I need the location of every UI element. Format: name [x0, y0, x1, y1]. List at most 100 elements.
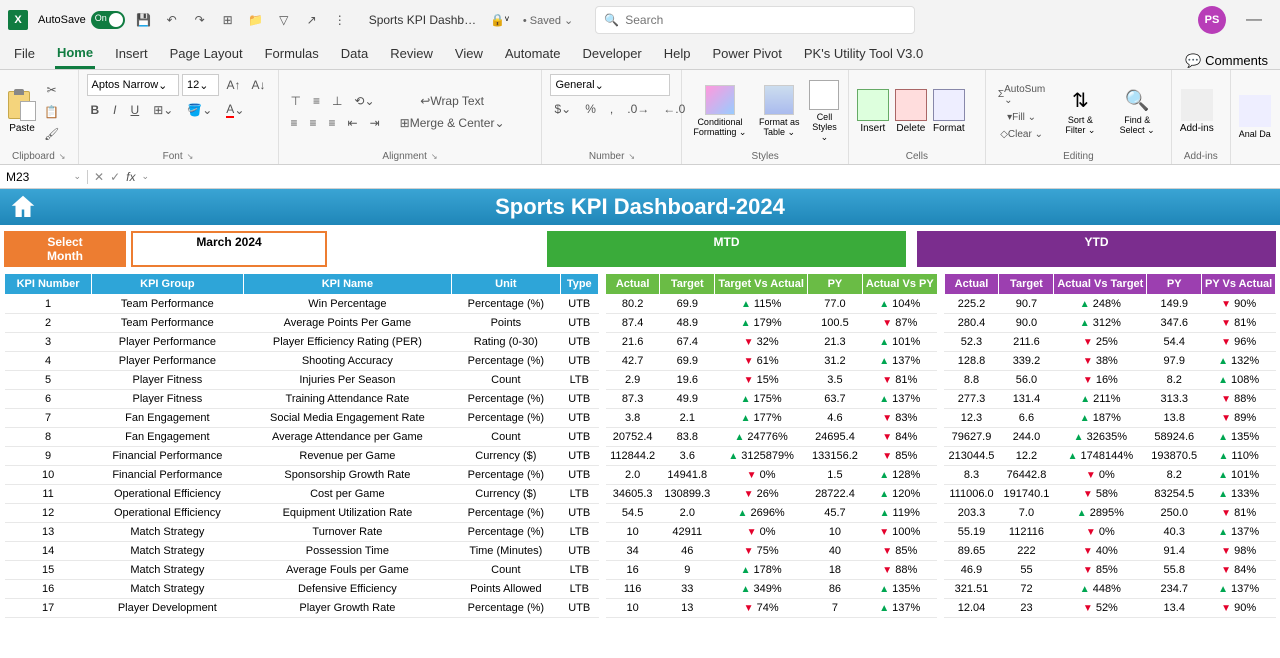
table-row[interactable]: 169▲ 178%18▼ 88% — [606, 561, 938, 580]
table-row[interactable]: 7Fan EngagementSocial Media Engagement R… — [5, 409, 599, 428]
table-row[interactable]: 54.52.0▲ 2696%45.7▲ 119% — [606, 504, 938, 523]
table-row[interactable]: 11Operational EfficiencyCost per GameCur… — [5, 485, 599, 504]
percent-icon[interactable]: % — [581, 100, 600, 118]
table-row[interactable]: 17Player DevelopmentPlayer Growth RatePe… — [5, 599, 599, 618]
number-format-combo[interactable]: General ⌄ — [550, 74, 670, 96]
table-row[interactable]: 277.3131.4▲ 211%313.3▼ 88% — [944, 390, 1276, 409]
cancel-formula-icon[interactable]: ✕ — [94, 170, 104, 184]
name-box[interactable]: M23⌄ — [0, 170, 88, 184]
table-row[interactable]: 52.3211.6▼ 25%54.4▼ 96% — [944, 333, 1276, 352]
table-row[interactable]: 6Player FitnessTraining Attendance RateP… — [5, 390, 599, 409]
table-row[interactable]: 203.37.0▲ 2895%250.0▼ 81% — [944, 504, 1276, 523]
table-row[interactable]: 2Team PerformanceAverage Points Per Game… — [5, 314, 599, 333]
table-row[interactable]: 16Match StrategyDefensive EfficiencyPoin… — [5, 580, 599, 599]
tab-formulas[interactable]: Formulas — [263, 40, 321, 69]
fx-expand-icon[interactable]: ⌄ — [141, 171, 149, 182]
increase-font-icon[interactable]: A↑ — [222, 76, 244, 94]
redo-icon[interactable]: ↷ — [191, 11, 209, 29]
fx-icon[interactable]: fx — [126, 170, 135, 184]
table-row[interactable]: 87.448.9▲ 179%100.5▼ 87% — [606, 314, 938, 333]
table-row[interactable]: 12.36.6▲ 187%13.8▼ 89% — [944, 409, 1276, 428]
tab-insert[interactable]: Insert — [113, 40, 150, 69]
table-row[interactable]: 80.269.9▲ 115%77.0▲ 104% — [606, 295, 938, 314]
tab-data[interactable]: Data — [339, 40, 370, 69]
dialog-launcher-icon[interactable]: ↘ — [59, 152, 66, 161]
sort-filter-button[interactable]: ⇅Sort & Filter ⌄ — [1057, 88, 1103, 136]
table-row[interactable]: 4Player PerformanceShooting AccuracyPerc… — [5, 352, 599, 371]
table-row[interactable]: 12.0423▼ 52%13.4▼ 90% — [944, 599, 1276, 618]
table-row[interactable]: 20752.483.8▲ 24776%24695.4▼ 84% — [606, 428, 938, 447]
fill-button[interactable]: ▾ Fill ⌄ — [994, 110, 1049, 125]
search-box[interactable]: 🔍 — [595, 6, 915, 34]
table-row[interactable]: 42.769.9▼ 61%31.2▲ 137% — [606, 352, 938, 371]
border-icon[interactable]: ⊞⌄ — [149, 101, 177, 119]
table-row[interactable]: 8.856.0▼ 16%8.2▲ 108% — [944, 371, 1276, 390]
italic-button[interactable]: I — [109, 101, 120, 119]
tab-view[interactable]: View — [453, 40, 485, 69]
decrease-font-icon[interactable]: A↓ — [247, 76, 269, 94]
table-row[interactable]: 321.5172▲ 448%234.7▲ 137% — [944, 580, 1276, 599]
tab-review[interactable]: Review — [388, 40, 435, 69]
tab-file[interactable]: File — [12, 40, 37, 69]
find-select-button[interactable]: 🔍Find & Select ⌄ — [1112, 88, 1163, 136]
cut-icon[interactable]: ✂ — [40, 81, 63, 99]
saved-status[interactable]: • Saved ⌄ — [523, 14, 573, 27]
tab-home[interactable]: Home — [55, 39, 95, 69]
align-center-icon[interactable]: ≡ — [306, 114, 321, 132]
table-row[interactable]: 55.19112116▼ 0%40.3▲ 137% — [944, 523, 1276, 542]
tab-page-layout[interactable]: Page Layout — [168, 40, 245, 69]
search-input[interactable] — [625, 13, 906, 27]
currency-icon[interactable]: $⌄ — [550, 100, 575, 118]
dialog-launcher-icon[interactable]: ↘ — [628, 152, 635, 161]
table-row[interactable]: 10Financial PerformanceSponsorship Growt… — [5, 466, 599, 485]
table-row[interactable]: 8.376442.8▼ 0%8.2▲ 101% — [944, 466, 1276, 485]
paste-button[interactable]: Paste — [8, 89, 36, 134]
dialog-launcher-icon[interactable]: ↘ — [187, 152, 194, 161]
minimize-button[interactable]: — — [1236, 11, 1272, 29]
qat-icon[interactable]: ↗ — [303, 11, 321, 29]
worksheet[interactable]: Sports KPI Dashboard-2024 Select Month M… — [0, 189, 1280, 658]
autosum-button[interactable]: Σ AutoSum ⌄ — [994, 82, 1049, 108]
align-left-icon[interactable]: ≡ — [287, 114, 302, 132]
enter-formula-icon[interactable]: ✓ — [110, 170, 120, 184]
table-row[interactable]: 128.8339.2▼ 38%97.9▲ 132% — [944, 352, 1276, 371]
orientation-icon[interactable]: ⟲⌄ — [350, 92, 378, 110]
table-row[interactable]: 1Team PerformanceWin PercentagePercentag… — [5, 295, 599, 314]
tab-automate[interactable]: Automate — [503, 40, 563, 69]
align-bottom-icon[interactable]: ⊥ — [328, 92, 346, 110]
table-row[interactable]: 87.349.9▲ 175%63.7▲ 137% — [606, 390, 938, 409]
indent-dec-icon[interactable]: ⇤ — [344, 114, 362, 132]
format-painter-icon[interactable]: 🖌 — [40, 125, 63, 143]
addins-button[interactable]: Add-ins — [1180, 89, 1214, 134]
table-row[interactable]: 21.667.4▼ 32%21.3▲ 101% — [606, 333, 938, 352]
analyze-data-button[interactable]: Anal Da — [1239, 95, 1271, 139]
format-as-table-button[interactable]: Format as Table ⌄ — [757, 85, 801, 138]
table-row[interactable]: 15Match StrategyAverage Fouls per GameCo… — [5, 561, 599, 580]
table-row[interactable]: 8Fan EngagementAverage Attendance per Ga… — [5, 428, 599, 447]
table-row[interactable]: 79627.9244.0▲ 32635%58924.6▲ 135% — [944, 428, 1276, 447]
table-row[interactable]: 225.290.7▲ 248%149.9▼ 90% — [944, 295, 1276, 314]
comma-icon[interactable]: , — [606, 100, 617, 118]
comments-button[interactable]: 💬 Comments — [1185, 53, 1268, 69]
tab-power-pivot[interactable]: Power Pivot — [711, 40, 784, 69]
qat-icon[interactable]: ▽ — [275, 11, 293, 29]
tab-pk-s-utility-tool-v-[interactable]: PK's Utility Tool V3.0 — [802, 40, 925, 69]
table-row[interactable]: 14Match StrategyPossession TimeTime (Min… — [5, 542, 599, 561]
wrap-text-button[interactable]: ↩ Wrap Text — [396, 92, 509, 110]
table-row[interactable]: 112844.23.6▲ 3125879%133156.2▼ 85% — [606, 447, 938, 466]
table-row[interactable]: 1042911▼ 0%10▼ 100% — [606, 523, 938, 542]
table-row[interactable]: 89.65222▼ 40%91.4▼ 98% — [944, 542, 1276, 561]
inc-decimal-icon[interactable]: .0→ — [623, 100, 653, 118]
table-row[interactable]: 46.955▼ 85%55.8▼ 84% — [944, 561, 1276, 580]
font-color-icon[interactable]: A⌄ — [222, 100, 248, 120]
underline-button[interactable]: U — [127, 101, 144, 119]
clear-button[interactable]: ◇ Clear ⌄ — [994, 127, 1049, 142]
table-row[interactable]: 3446▼ 75%40▼ 85% — [606, 542, 938, 561]
qat-icon[interactable]: 📁 — [247, 11, 265, 29]
table-row[interactable]: 280.490.0▲ 312%347.6▼ 81% — [944, 314, 1276, 333]
fill-color-icon[interactable]: 🪣⌄ — [183, 101, 216, 119]
table-row[interactable]: 9Financial PerformanceRevenue per GameCu… — [5, 447, 599, 466]
table-row[interactable]: 3.82.1▲ 177%4.6▼ 83% — [606, 409, 938, 428]
copy-icon[interactable]: 📋 — [40, 103, 63, 121]
align-top-icon[interactable]: ⊤ — [287, 92, 305, 110]
